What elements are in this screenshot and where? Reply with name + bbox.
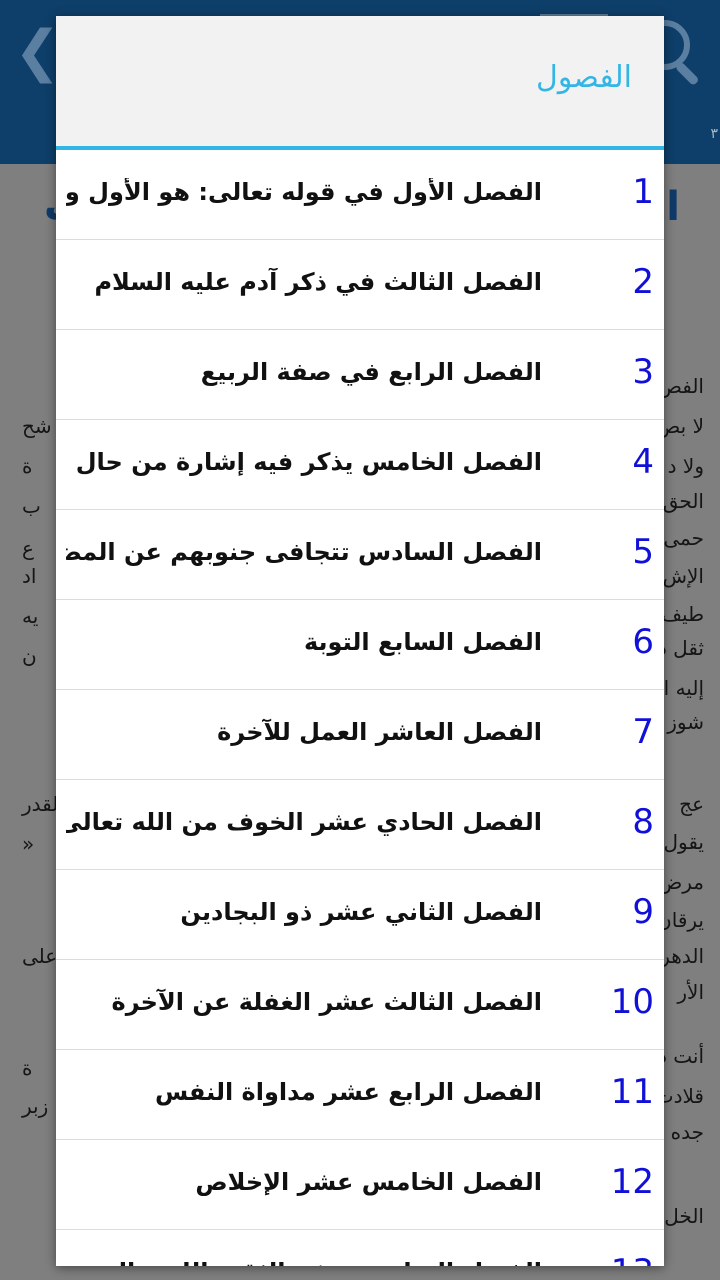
chapter-number: 12	[610, 1162, 654, 1202]
background-text-fragment: إليه ا	[663, 676, 704, 700]
background-text-fragment: مرض	[658, 870, 704, 894]
chapter-list-item[interactable]: 6 الفصل السابع التوبة	[56, 600, 664, 690]
chapter-title: الفصل الثاني عشر ذو البجادين	[180, 898, 542, 926]
back-chevron-icon[interactable]: ❮	[14, 22, 61, 82]
dialog-header: الفصول	[56, 16, 664, 150]
chapter-title: الفصل الخامس يذكر فيه إشارة من حال ...	[66, 448, 542, 476]
background-text-fragment: يقول	[663, 830, 704, 854]
chapter-number: 9	[632, 892, 654, 932]
page-title-fragment: ا	[666, 184, 680, 230]
chapter-title: الفصل الثالث في ذكر آدم عليه السلام	[94, 268, 542, 296]
background-text-fragment: ة	[22, 454, 33, 478]
chapter-list: 1 الفصل الأول في قوله تعالى: هو الأول وا.…	[56, 150, 664, 1266]
chapter-title: الفصل الخامس عشر الإخلاص	[195, 1168, 542, 1196]
background-text-fragment: ع	[22, 536, 34, 560]
chapter-list-item[interactable]: 5 الفصل السادس تتجافى جنوبهم عن المضاجع	[56, 510, 664, 600]
chapter-list-item[interactable]: 8 الفصل الحادي عشر الخوف من الله تعالى	[56, 780, 664, 870]
chapter-number: 7	[632, 712, 654, 752]
chapter-title: الفصل العاشر العمل للآخرة	[217, 718, 542, 746]
background-text-fragment: حمى	[663, 526, 704, 550]
chapter-number: 8	[632, 802, 654, 842]
chapter-number: 13	[564, 1252, 654, 1266]
chapter-list-item[interactable]: 1 الفصل الأول في قوله تعالى: هو الأول وا.…	[56, 150, 664, 240]
chapter-number: 3	[632, 352, 654, 392]
background-text-fragment: شح	[22, 414, 52, 438]
background-text-fragment: اد	[22, 564, 37, 588]
chapter-list-item[interactable]: 11 الفصل الرابع عشر مداواة النفس	[56, 1050, 664, 1140]
page-number: ٣	[710, 126, 718, 142]
background-text-fragment: يرقان	[657, 908, 704, 932]
dialog-title: الفصول	[536, 60, 632, 95]
background-text-fragment: أنت د	[657, 1044, 704, 1068]
background-text-fragment: ة	[22, 1056, 33, 1080]
chapter-title: الفصل السادس تتجافى جنوبهم عن المضاجع	[66, 538, 542, 566]
chapter-number: 11	[610, 1072, 654, 1112]
chapter-title: الفصل الأول في قوله تعالى: هو الأول وا..…	[66, 178, 542, 206]
chapter-number: 2	[632, 262, 654, 302]
chapter-list-item[interactable]: 10 الفصل الثالث عشر الغفلة عن الآخرة	[56, 960, 664, 1050]
chapter-list-item[interactable]: 9 الفصل الثاني عشر ذو البجادين	[56, 870, 664, 960]
background-text-fragment: الفص	[657, 374, 704, 398]
background-text-fragment: الخل	[664, 1204, 704, 1228]
chapter-title: الفصل السابع التوبة	[303, 628, 542, 656]
chapter-list-item[interactable]: 7 الفصل العاشر العمل للآخرة	[56, 690, 664, 780]
chapter-list-item[interactable]: 2 الفصل الثالث في ذكر آدم عليه السلام	[56, 240, 664, 330]
background-text-fragment: الحق	[662, 489, 704, 513]
chapter-number: 5	[632, 532, 654, 572]
chapter-title: الفصل الثالث عشر الغفلة عن الآخرة	[111, 988, 542, 1016]
chapter-title: الفصل الرابع عشر مداواة النفس	[154, 1078, 542, 1106]
chapter-title: الفصل السادس عشر الثقة بالله تعالى	[66, 1258, 542, 1266]
background-text-fragment: عج	[679, 792, 704, 816]
chapter-list-item[interactable]: 4 الفصل الخامس يذكر فيه إشارة من حال ...	[56, 420, 664, 510]
chapter-number: 4	[632, 442, 654, 482]
background-text-fragment: الدهر	[660, 944, 704, 968]
chapter-list-item[interactable]: 13 الفصل السادس عشر الثقة بالله تعالى	[56, 1230, 664, 1266]
chapter-list-item[interactable]: 3 الفصل الرابع في صفة الربيع	[56, 330, 664, 420]
chapter-title: الفصل الرابع في صفة الربيع	[200, 358, 542, 386]
background-text-fragment: »	[22, 832, 35, 856]
chapter-title: الفصل الحادي عشر الخوف من الله تعالى	[66, 808, 542, 836]
background-text-fragment: ولا د	[667, 454, 704, 478]
background-text-fragment: ب	[22, 494, 41, 518]
background-text-fragment: جده	[670, 1120, 704, 1144]
chapter-number: 1	[632, 172, 654, 212]
chapters-dialog: الفصول 1 الفصل الأول في قوله تعالى: هو ال…	[56, 16, 664, 1266]
background-text-fragment: زبر	[22, 1094, 49, 1118]
background-text-fragment: الإش	[662, 564, 704, 588]
chapter-list-item[interactable]: 12 الفصل الخامس عشر الإخلاص	[56, 1140, 664, 1230]
chapter-number: 6	[632, 622, 654, 662]
background-text-fragment: الأر	[677, 980, 704, 1004]
background-text-fragment: ن	[22, 644, 37, 668]
background-text-fragment: شوز	[667, 710, 704, 734]
background-text-fragment: ثقل د	[657, 636, 704, 660]
background-text-fragment: طيف	[661, 602, 704, 626]
chapter-number: 10	[610, 982, 654, 1022]
background-text-fragment: على	[22, 944, 58, 968]
background-text-fragment: يه	[22, 604, 39, 628]
